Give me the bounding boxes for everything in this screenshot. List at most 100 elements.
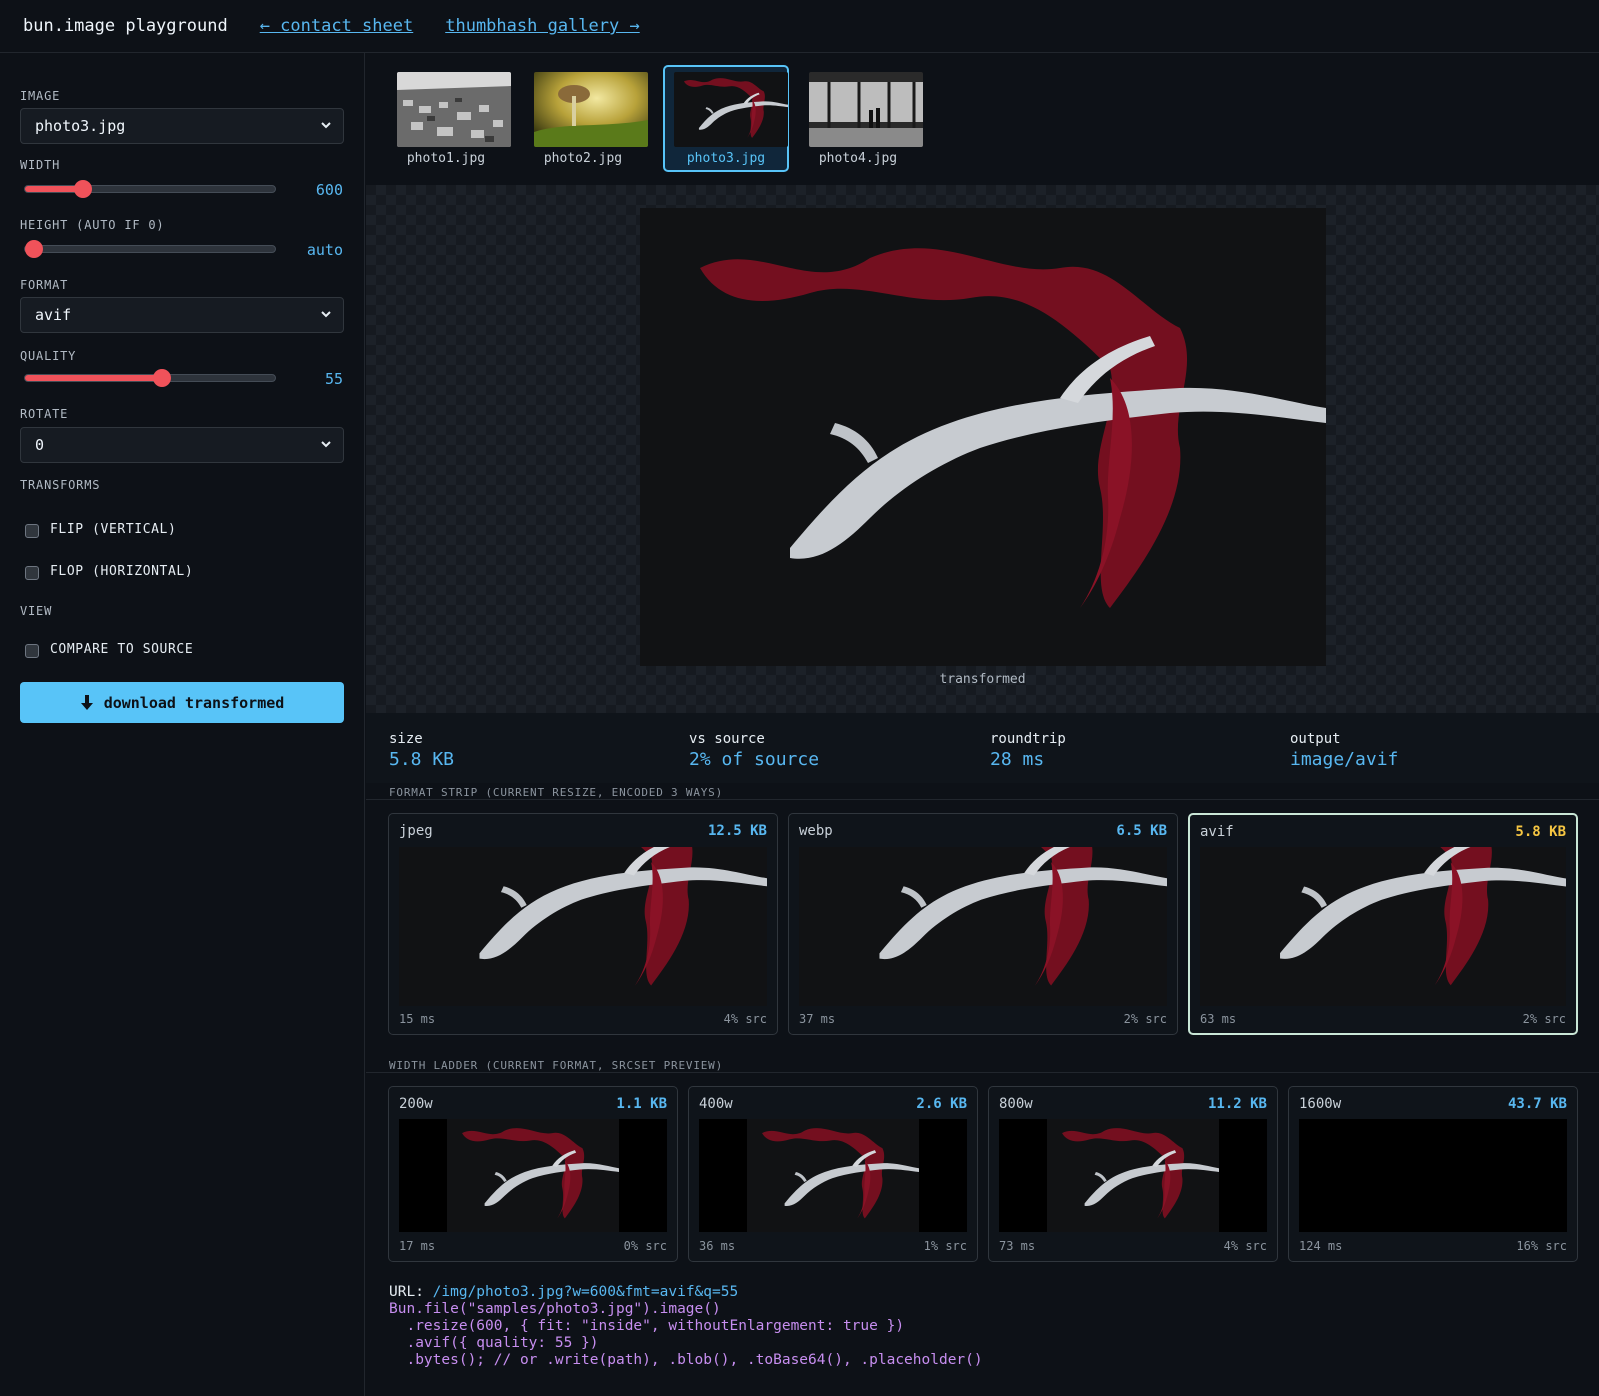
height-label: HEIGHT (AUTO IF 0) (20, 218, 165, 232)
transforms-label: TRANSFORMS (20, 478, 101, 492)
divider (366, 799, 1599, 800)
thumbnail-caption: photo1.jpg (406, 151, 486, 166)
flip-label[interactable]: FLIP (VERTICAL) (50, 522, 176, 537)
flip-checkbox[interactable] (25, 524, 39, 538)
stat-vs-value: 2% of source (689, 749, 820, 770)
compare-checkbox[interactable] (25, 644, 39, 658)
width-card-200w[interactable]: 200w 1.1 KB 17 ms 0% src (388, 1086, 678, 1262)
format-card-webp[interactable]: webp 6.5 KB 37 ms 2% src (788, 813, 1178, 1035)
card-time: 73 ms (999, 1239, 1036, 1253)
compare-label[interactable]: COMPARE TO SOURCE (50, 642, 193, 657)
height-slider-knob[interactable] (25, 240, 43, 258)
card-size: 12.5 KB (707, 823, 767, 839)
stat-roundtrip-label: roundtrip (990, 731, 1066, 747)
photo1-thumbnail-image (397, 72, 511, 147)
card-percent: 16% src (1516, 1239, 1567, 1253)
rotate-label: ROTATE (20, 407, 69, 421)
stat-size-value: 5.8 KB (389, 749, 455, 770)
thumbnail-row: photo1.jpg photo2.jpg photo3.jpg photo4.… (366, 53, 1599, 185)
download-icon (80, 694, 93, 710)
thumbnail-photo1[interactable]: photo1.jpg (383, 65, 511, 172)
thumbnail-photo2[interactable]: photo2.jpg (520, 65, 648, 172)
width-card-1600w[interactable]: 1600w 43.7 KB 124 ms 16% src (1288, 1086, 1578, 1262)
card-size: 11.2 KB (1207, 1096, 1267, 1112)
card-preview-image (799, 847, 1167, 1006)
quality-slider[interactable] (24, 369, 276, 387)
stat-output-label: output (1290, 731, 1341, 747)
card-time: 17 ms (399, 1239, 436, 1253)
card-name: jpeg (399, 823, 433, 839)
chevron-down-icon (321, 122, 331, 129)
flop-checkbox[interactable] (25, 566, 39, 580)
card-time: 36 ms (699, 1239, 736, 1253)
rotate-select[interactable]: 0 (20, 427, 344, 463)
viewer-caption: transformed (939, 672, 1026, 687)
image-select[interactable]: photo3.jpg (20, 108, 344, 144)
url-value[interactable]: /img/photo3.jpg?w=600&fmt=avif&q=55 (433, 1284, 739, 1300)
stat-output-value: image/avif (1290, 749, 1399, 770)
main-panel: photo1.jpg photo2.jpg photo3.jpg photo4.… (366, 53, 1599, 1396)
stat-vs-label: vs source (689, 731, 765, 747)
format-select-value: avif (35, 306, 72, 324)
stat-size-label: size (389, 731, 423, 747)
card-percent: 0% src (623, 1239, 667, 1253)
card-name: 1600w (1299, 1096, 1342, 1112)
code-block: URL: /img/photo3.jpg?w=600&fmt=avif&q=55… (389, 1284, 983, 1369)
code-line: .bytes(); // or .write(path), .blob(), .… (389, 1352, 983, 1368)
format-strip-label: FORMAT STRIP (CURRENT RESIZE, ENCODED 3 … (389, 786, 724, 799)
image-label: IMAGE (20, 89, 61, 103)
card-preview-image (699, 1119, 967, 1232)
stat-size: size 5.8 KB (389, 731, 454, 770)
flop-label[interactable]: FLOP (HORIZONTAL) (50, 564, 193, 579)
photo4-thumbnail-image (809, 72, 923, 147)
width-slider[interactable] (24, 180, 276, 198)
thumbhash-gallery-link[interactable]: thumbhash gallery → (445, 16, 639, 36)
thumbnail-photo4[interactable]: photo4.jpg (795, 65, 923, 172)
quality-label: QUALITY (20, 349, 77, 363)
sidebar: IMAGE photo3.jpg WIDTH 600 HEIGHT (AUTO … (0, 53, 365, 1396)
stat-vs-source: vs source 2% of source (689, 731, 819, 770)
card-name: 400w (699, 1096, 733, 1112)
thumbnail-caption: photo3.jpg (686, 151, 766, 166)
format-select[interactable]: avif (20, 297, 344, 333)
width-slider-fill (25, 186, 78, 192)
stat-roundtrip-value: 28 ms (990, 749, 1045, 770)
width-slider-knob[interactable] (73, 180, 92, 198)
card-name: webp (799, 823, 833, 839)
card-name: avif (1200, 824, 1234, 840)
card-percent: 2% src (1522, 1012, 1566, 1026)
format-card-avif[interactable]: avif 5.8 KB 63 ms 2% src (1188, 813, 1578, 1035)
chevron-down-icon (321, 311, 331, 318)
code-line: Bun.file("samples/photo3.jpg").image() (389, 1301, 721, 1317)
app-title: bun.image playground (23, 16, 228, 36)
card-size: 43.7 KB (1507, 1096, 1567, 1112)
divider (366, 1072, 1599, 1073)
width-value: 600 (315, 181, 343, 199)
card-time: 15 ms (399, 1012, 436, 1026)
transformed-image (640, 208, 1326, 666)
card-percent: 4% src (723, 1012, 767, 1026)
thumbnail-caption: photo2.jpg (543, 151, 623, 166)
contact-sheet-link[interactable]: ← contact sheet (260, 16, 414, 36)
card-time: 37 ms (799, 1012, 836, 1026)
thumbnail-photo3[interactable]: photo3.jpg (663, 65, 789, 172)
width-card-400w[interactable]: 400w 2.6 KB 36 ms 1% src (688, 1086, 978, 1262)
card-preview-image (1299, 1119, 1567, 1232)
photo3-thumbnail-image (674, 72, 788, 147)
format-card-jpeg[interactable]: jpeg 12.5 KB 15 ms 4% src (388, 813, 778, 1035)
code-panel: URL: /img/photo3.jpg?w=600&fmt=avif&q=55… (366, 1273, 1599, 1396)
chevron-down-icon (321, 441, 331, 448)
height-slider[interactable] (24, 240, 276, 258)
top-bar: bun.image playground ← contact sheet thu… (0, 0, 1599, 53)
width-label: WIDTH (20, 158, 61, 172)
card-preview-image (1200, 847, 1566, 1006)
code-line: .avif({ quality: 55 }) (389, 1335, 599, 1351)
card-preview-image (399, 1119, 667, 1232)
quality-slider-knob[interactable] (152, 369, 171, 387)
download-label: download transformed (103, 693, 285, 712)
download-button[interactable]: download transformed (20, 682, 344, 723)
card-size: 1.1 KB (616, 1096, 667, 1112)
thumbnail-caption: photo4.jpg (818, 151, 898, 166)
format-label: FORMAT (20, 278, 69, 292)
width-card-800w[interactable]: 800w 11.2 KB 73 ms 4% src (988, 1086, 1278, 1262)
